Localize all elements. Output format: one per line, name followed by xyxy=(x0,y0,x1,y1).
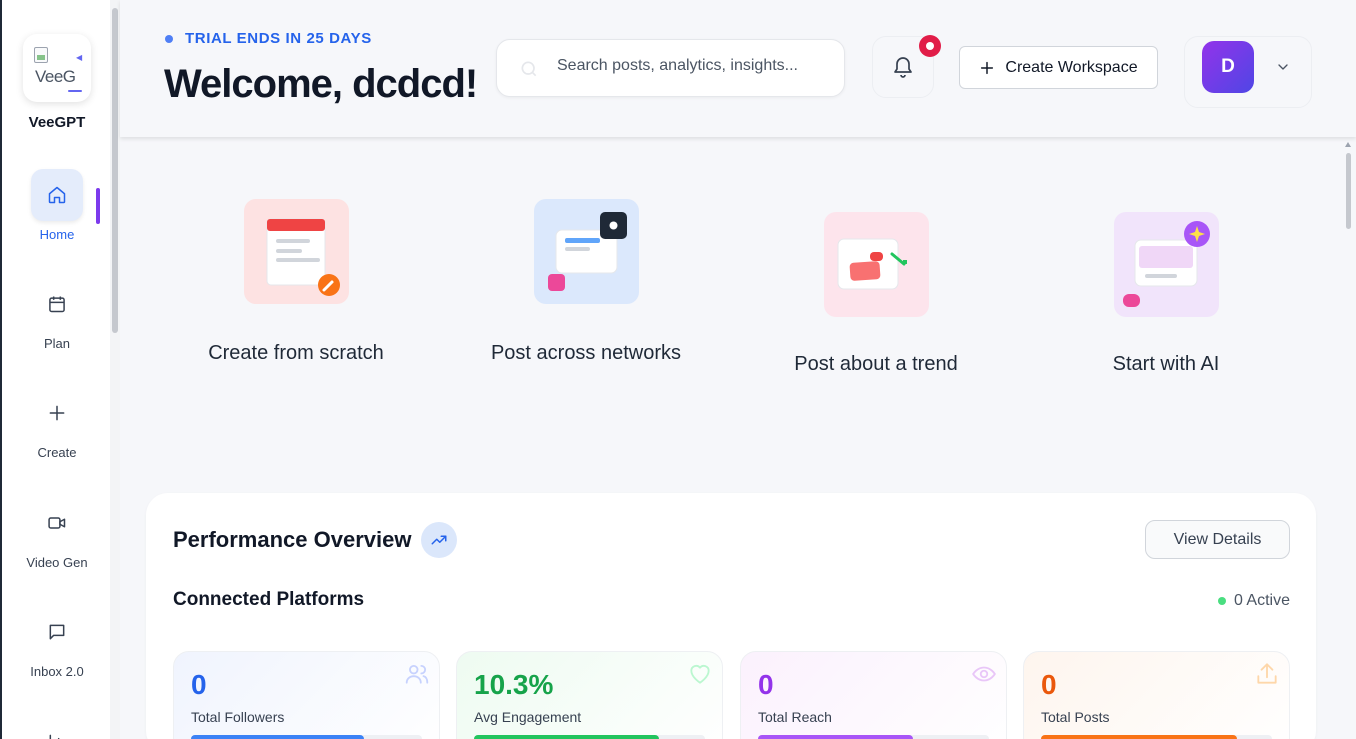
performance-overview-card: Performance Overview View Details Connec… xyxy=(146,493,1316,739)
header: TRIAL ENDS IN 25 DAYS Welcome, dcdcd! Cr… xyxy=(120,0,1356,137)
active-count: 0 Active xyxy=(1233,592,1290,609)
video-icon xyxy=(31,497,83,549)
cross-post-icon xyxy=(533,199,639,304)
sidebar-item-analytics[interactable] xyxy=(2,716,112,739)
connected-platforms-title: Connected Platforms xyxy=(173,589,365,610)
logo-alt-text: VeeG xyxy=(35,67,76,86)
bar-chart-icon xyxy=(31,716,83,739)
trial-text: TRIAL ENDS IN 25 DAYS xyxy=(185,30,372,47)
calendar-icon xyxy=(31,278,83,330)
stat-progress-track xyxy=(191,735,422,739)
scrollbar-thumb[interactable] xyxy=(112,8,118,333)
profile-menu[interactable]: D xyxy=(1184,36,1312,108)
plus-icon xyxy=(31,387,83,439)
stat-value: 0 xyxy=(191,669,207,700)
broken-image-icon xyxy=(34,47,48,63)
notification-badge xyxy=(919,35,941,57)
stat-progress-track xyxy=(474,735,705,739)
stat-progress-fill xyxy=(758,735,913,739)
sidebar-scrollbar[interactable] xyxy=(110,0,120,739)
view-details-button[interactable]: View Details xyxy=(1145,520,1290,559)
home-icon xyxy=(31,169,83,221)
stat-card-posts: 0 Total Posts xyxy=(1023,651,1290,739)
quick-action-label: Post across networks xyxy=(490,342,682,364)
plus-icon xyxy=(981,61,994,74)
sidebar-item-label: Create xyxy=(37,445,77,460)
eye-icon xyxy=(971,661,997,692)
app-logo[interactable]: ◀ VeeG xyxy=(23,34,91,102)
stat-progress-fill xyxy=(1041,735,1238,739)
logo-underline xyxy=(68,90,82,92)
stat-progress-track xyxy=(758,735,989,739)
search-input[interactable] xyxy=(557,57,837,75)
share-icon xyxy=(1254,661,1280,692)
page-title: Welcome, dcdcd! xyxy=(164,62,478,106)
quick-action-label: Post about a trend xyxy=(794,353,958,375)
notifications-button[interactable] xyxy=(872,35,941,98)
trial-dot xyxy=(165,34,173,43)
sidebar-item-label: Inbox 2.0 xyxy=(30,664,84,679)
chevron-down-icon[interactable] xyxy=(1275,59,1291,80)
quick-action-post-about-trend[interactable]: Post about a trend xyxy=(776,212,976,377)
quick-action-label: Start with AI xyxy=(1112,353,1220,375)
heart-icon xyxy=(687,661,713,692)
status-dot xyxy=(1217,597,1226,605)
sidebar-item-label: Home xyxy=(39,227,75,242)
trending-up-icon xyxy=(421,522,457,558)
performance-title: Performance Overview xyxy=(173,527,412,552)
logo-arrow-icon: ◀ xyxy=(76,53,83,62)
stat-label: Total Followers xyxy=(191,709,285,725)
create-workspace-button[interactable]: Create Workspace xyxy=(959,46,1158,89)
quick-action-start-with-ai[interactable]: Start with AI xyxy=(1066,212,1266,377)
scrollbar-thumb[interactable] xyxy=(1346,153,1351,229)
stat-card-followers: 0 Total Followers xyxy=(173,651,440,739)
search-box[interactable] xyxy=(496,39,845,97)
brand-name: VeeGPT xyxy=(28,114,86,131)
active-indicator xyxy=(96,188,100,224)
search-icon xyxy=(519,59,539,84)
stat-value: 10.3% xyxy=(474,669,554,700)
avatar: D xyxy=(1202,41,1254,93)
trial-banner: TRIAL ENDS IN 25 DAYS xyxy=(165,30,372,47)
stat-progress-track xyxy=(1041,735,1272,739)
main-scrollbar[interactable] xyxy=(1343,140,1353,739)
active-platforms-status: 0 Active xyxy=(1217,592,1290,610)
sidebar-item-plan[interactable]: Plan xyxy=(2,278,112,351)
sidebar-item-label: Video Gen xyxy=(26,555,88,570)
stat-label: Total Posts xyxy=(1041,709,1110,725)
stat-progress-fill xyxy=(191,735,365,739)
quick-action-post-across-networks[interactable]: Post across networks xyxy=(486,199,686,366)
stat-value: 0 xyxy=(1041,669,1057,700)
stat-value: 0 xyxy=(758,669,774,700)
bell-icon xyxy=(894,57,912,78)
stat-label: Total Reach xyxy=(758,709,832,725)
stat-progress-fill xyxy=(474,735,659,739)
stat-label: Avg Engagement xyxy=(474,709,582,725)
document-edit-icon xyxy=(243,199,349,304)
sidebar-item-inbox[interactable]: Inbox 2.0 xyxy=(2,606,112,679)
create-workspace-label: Create Workspace xyxy=(1005,58,1138,76)
users-icon xyxy=(404,661,430,692)
sidebar-item-create[interactable]: Create xyxy=(2,387,112,460)
quick-action-label: Create from scratch xyxy=(208,342,384,364)
quick-action-create-from-scratch[interactable]: Create from scratch xyxy=(196,199,396,366)
ai-sparkle-icon xyxy=(1113,212,1219,317)
trend-post-icon xyxy=(823,212,929,317)
stat-card-reach: 0 Total Reach xyxy=(740,651,1007,739)
stat-card-engagement: 10.3% Avg Engagement xyxy=(456,651,723,739)
sidebar: ◀ VeeG VeeGPT Home Plan Create Video Gen… xyxy=(0,0,110,739)
scroll-up-arrow-icon[interactable] xyxy=(1345,142,1351,147)
sidebar-item-video-gen[interactable]: Video Gen xyxy=(2,497,112,570)
sidebar-item-label: Plan xyxy=(43,336,71,351)
chat-icon xyxy=(31,606,83,658)
